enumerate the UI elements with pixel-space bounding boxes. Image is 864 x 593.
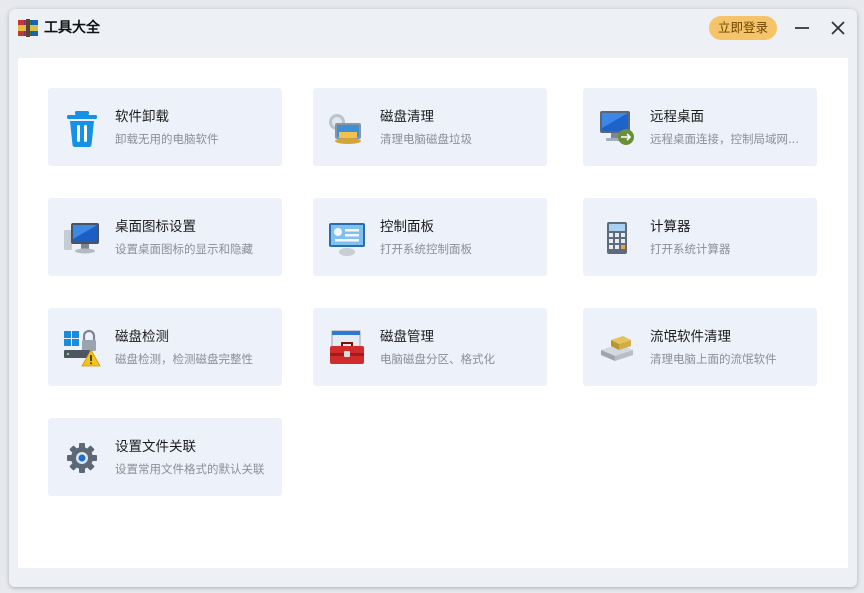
tool-title: 流氓软件清理 [650,329,731,345]
tool-grid: 软件卸载 卸载无用的电脑软件 磁盘清理 清理电脑磁盘垃圾 远程桌面 远程桌面连接… [18,58,848,568]
tool-card-file-association[interactable]: 设置文件关联 设置常用文件格式的默认关联 [48,418,282,496]
close-icon[interactable] [828,18,848,38]
tool-description: 卸载无用的电脑软件 [115,132,219,146]
control-panel-icon [329,223,365,256]
tool-card-disk-cleanup[interactable]: 磁盘清理 清理电脑磁盘垃圾 [313,88,547,166]
app-logo-icon [18,19,38,37]
tool-card-control-panel[interactable]: 控制面板 打开系统控制面板 [313,198,547,276]
tool-description: 清理电脑磁盘垃圾 [380,132,472,146]
app-window: 工具大全 立即登录 软件卸载 卸载无用的电脑软件 磁盘清理 清理电脑磁盘垃圾 远… [9,9,857,587]
tool-description: 设置桌面图标的显示和隐藏 [115,242,253,256]
tool-card-uninstall[interactable]: 软件卸载 卸载无用的电脑软件 [48,88,282,166]
tool-description: 磁盘检测，检测磁盘完整性 [115,352,253,366]
tool-card-malware-cleanup[interactable]: 流氓软件清理 清理电脑上面的流氓软件 [583,308,817,386]
tool-card-disk-check[interactable]: 磁盘检测 磁盘检测，检测磁盘完整性 [48,308,282,386]
tool-title: 磁盘清理 [380,109,434,125]
tool-title: 设置文件关联 [115,439,196,455]
tool-description: 远程桌面连接，控制局域网... [650,132,799,146]
tool-description: 打开系统计算器 [650,242,731,256]
tool-title: 磁盘检测 [115,329,169,345]
tool-description: 打开系统控制面板 [380,242,472,256]
calculator-icon [607,222,627,254]
tool-title: 桌面图标设置 [115,219,196,235]
tool-description: 设置常用文件格式的默认关联 [115,462,265,476]
trash-icon [67,111,97,147]
login-button[interactable]: 立即登录 [709,16,777,40]
title-bar: 工具大全 立即登录 [9,9,857,49]
remote-desktop-icon [600,111,634,145]
app-title: 工具大全 [44,20,100,36]
disk-check-icon [64,329,101,367]
tool-card-calculator[interactable]: 计算器 打开系统计算器 [583,198,817,276]
toolbox-icon [330,330,364,364]
tool-card-desktop-icons[interactable]: 桌面图标设置 设置桌面图标的显示和隐藏 [48,198,282,276]
minimize-icon[interactable] [792,18,812,38]
tool-title: 远程桌面 [650,109,704,125]
tool-title: 磁盘管理 [380,329,434,345]
tool-description: 清理电脑上面的流氓软件 [650,352,777,366]
tool-title: 计算器 [650,219,691,235]
tool-title: 控制面板 [380,219,434,235]
desktop-computer-icon [64,223,99,254]
disk-cleanup-icon [329,114,361,144]
tool-description: 电脑磁盘分区、格式化 [380,352,495,366]
gear-icon [67,443,97,473]
tool-card-remote-desktop[interactable]: 远程桌面 远程桌面连接，控制局域网... [583,88,817,166]
malware-cleanup-icon [601,336,633,361]
tool-card-disk-management[interactable]: 磁盘管理 电脑磁盘分区、格式化 [313,308,547,386]
tool-title: 软件卸载 [115,109,169,125]
